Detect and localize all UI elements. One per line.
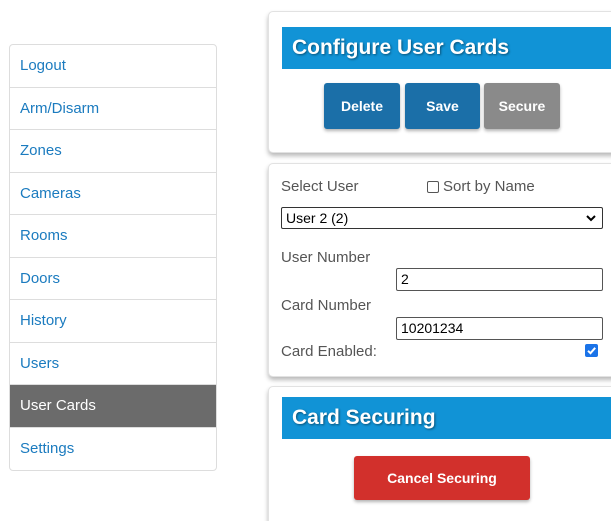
sort-by-name-label: Sort by Name: [443, 178, 535, 195]
user-card-form: Select User Sort by Name User 2 (2) User…: [268, 163, 611, 377]
card-number-field[interactable]: 10201234: [396, 317, 603, 340]
sort-by-name-checkbox[interactable]: Sort by Name: [427, 178, 535, 195]
sidebar-item-arm-disarm[interactable]: Arm/Disarm: [10, 88, 216, 130]
sidebar-item-logout[interactable]: Logout: [10, 45, 216, 88]
sidebar-nav: Logout Arm/Disarm Zones Cameras Rooms Do…: [9, 44, 217, 471]
user-select-value: User 2 (2): [286, 210, 349, 226]
chevron-down-icon: [586, 215, 596, 222]
sidebar-item-cameras[interactable]: Cameras: [10, 173, 216, 215]
delete-button[interactable]: Delete: [324, 83, 400, 129]
page: Logout Arm/Disarm Zones Cameras Rooms Do…: [0, 0, 611, 521]
user-number-field[interactable]: 2: [396, 268, 603, 291]
card-securing-panel: Card Securing Cancel Securing: [268, 386, 611, 521]
user-number-label: User Number: [281, 249, 371, 266]
sidebar-item-doors[interactable]: Doors: [10, 258, 216, 300]
sidebar-item-zones[interactable]: Zones: [10, 130, 216, 173]
sidebar-item-users[interactable]: Users: [10, 343, 216, 385]
configure-panel: Configure User Cards Delete Save Secure: [268, 11, 611, 153]
select-user-label: Select User: [281, 178, 359, 195]
cancel-securing-button[interactable]: Cancel Securing: [354, 456, 530, 500]
checkmark-icon: [587, 347, 596, 355]
sidebar-item-history[interactable]: History: [10, 300, 216, 343]
sidebar-item-user-cards[interactable]: User Cards: [10, 385, 216, 428]
save-button[interactable]: Save: [405, 83, 480, 129]
card-enabled-checkbox[interactable]: [585, 344, 598, 357]
card-number-label: Card Number: [281, 297, 372, 314]
sidebar-item-rooms[interactable]: Rooms: [10, 215, 216, 258]
user-select[interactable]: User 2 (2): [281, 207, 603, 229]
secure-button[interactable]: Secure: [484, 83, 560, 129]
sidebar-item-settings[interactable]: Settings: [10, 428, 216, 471]
card-enabled-label: Card Enabled:: [281, 343, 377, 360]
card-securing-title: Card Securing: [282, 397, 611, 439]
unchecked-box-icon[interactable]: [427, 180, 439, 193]
configure-title: Configure User Cards: [282, 27, 611, 69]
